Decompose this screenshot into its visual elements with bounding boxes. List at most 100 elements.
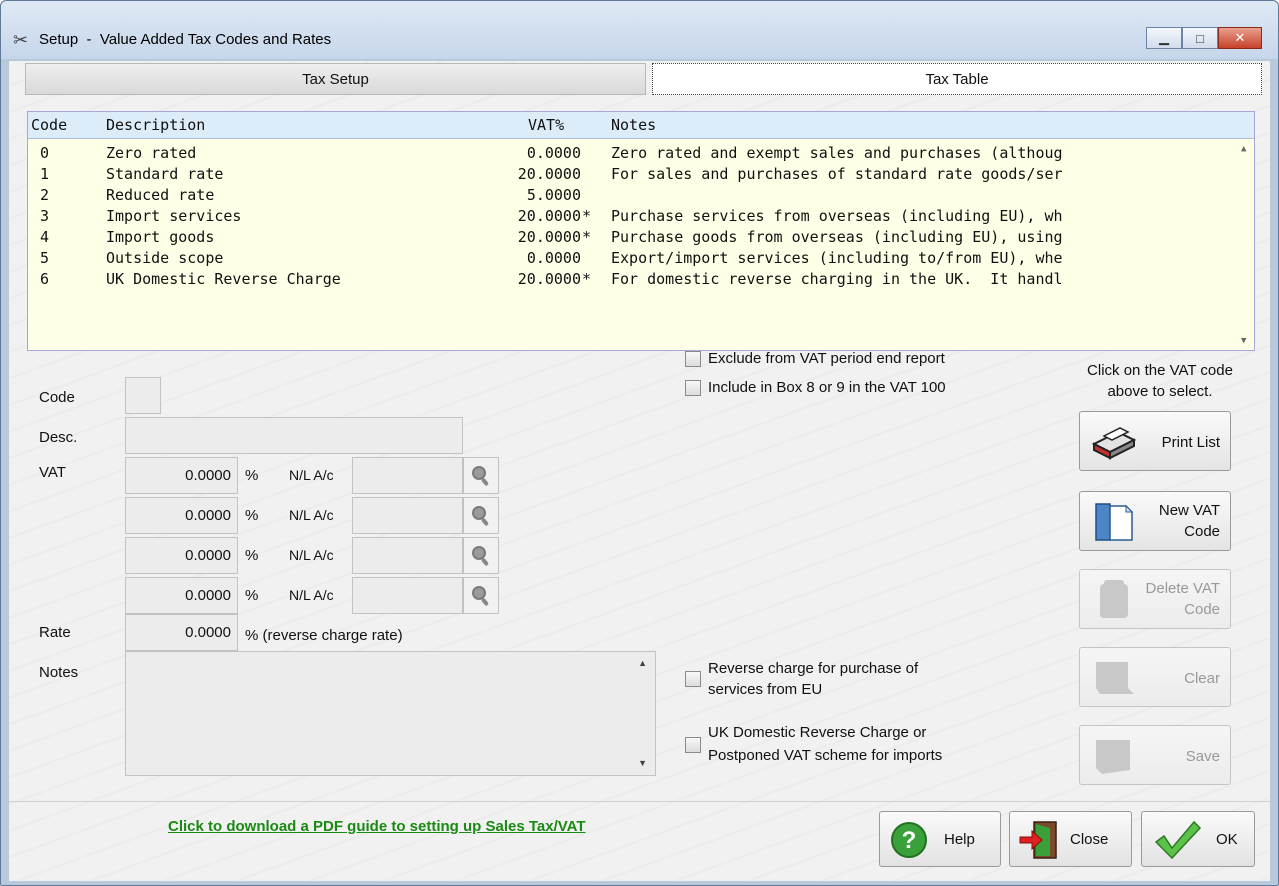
exclude-vat-period-label: Exclude from VAT period end report	[708, 350, 945, 367]
search-icon[interactable]	[463, 537, 499, 574]
reverse-charge-eu-checkbox[interactable]	[685, 671, 701, 687]
help-icon: ?	[891, 822, 927, 858]
uk-domestic-reverse-checkbox[interactable]	[685, 737, 701, 753]
row-vat: 0.0000	[526, 249, 581, 267]
table-row[interactable]: 3 Import services 20.0000 * Purchase ser…	[28, 207, 1238, 227]
row-description: Import goods	[106, 228, 215, 246]
footer-separator	[9, 801, 1270, 802]
reverse-charge-eu-label-line1: Reverse charge for purchase of	[708, 660, 919, 677]
save-button[interactable]: Save	[1079, 725, 1231, 785]
hint-line-1: Click on the VAT code	[1087, 362, 1233, 379]
notes-textarea[interactable]: ▲ ▼	[125, 651, 656, 776]
column-header-notes[interactable]: Notes	[611, 116, 656, 134]
help-label: Help	[944, 831, 975, 848]
search-icon[interactable]	[463, 497, 499, 534]
vat-codes-table[interactable]: Code Description VAT% Notes 0 Zero rated…	[27, 111, 1255, 351]
scroll-up-icon[interactable]: ▲	[638, 658, 647, 668]
close-window-button[interactable]: ✕	[1218, 27, 1262, 49]
percent-sign: %	[245, 507, 259, 524]
ok-button[interactable]: OK	[1141, 811, 1255, 867]
table-scrollbar[interactable]: ▲ ▼	[1238, 140, 1254, 350]
row-flag: *	[582, 207, 592, 225]
column-header-code[interactable]: Code	[31, 116, 67, 134]
search-icon[interactable]	[463, 457, 499, 494]
delete-vat-code-button[interactable]: Delete VAT Code	[1079, 569, 1231, 629]
row-code: 5	[40, 249, 50, 267]
row-code: 0	[40, 144, 50, 162]
pdf-guide-link[interactable]: Click to download a PDF guide to setting…	[168, 818, 586, 835]
maximize-button[interactable]: □	[1182, 27, 1218, 49]
table-row[interactable]: 1 Standard rate 20.0000 For sales and pu…	[28, 165, 1238, 185]
vat-rate-field-4[interactable]: 0.0000	[125, 577, 238, 614]
clear-button[interactable]: Clear	[1079, 647, 1231, 707]
save-icon	[1096, 740, 1130, 774]
exclude-vat-period-checkbox[interactable]	[685, 351, 701, 367]
code-label: Code	[39, 389, 75, 406]
nl-account-label: N/L A/c	[289, 507, 334, 523]
select-hint: Click on the VAT code above to select.	[1065, 360, 1255, 402]
row-vat: 0.0000	[526, 144, 581, 162]
row-notes: For sales and purchases of standard rate…	[611, 165, 1063, 183]
include-box-8-9-checkbox[interactable]	[685, 380, 701, 396]
eraser-icon	[1096, 662, 1134, 694]
nl-account-field-1[interactable]	[352, 457, 463, 494]
rate-label: Rate	[39, 624, 71, 641]
row-description: Zero rated	[106, 144, 197, 162]
reverse-charge-rate-label: % (reverse charge rate)	[245, 627, 403, 644]
code-field[interactable]	[125, 377, 161, 414]
include-box-8-9-label: Include in Box 8 or 9 in the VAT 100	[708, 379, 946, 396]
row-description: Standard rate	[106, 165, 224, 183]
nl-account-label: N/L A/c	[289, 467, 334, 483]
search-icon[interactable]	[463, 577, 499, 614]
row-description: Reduced rate	[106, 186, 215, 204]
uk-domestic-reverse-label-line2: Postponed VAT scheme for imports	[708, 747, 943, 764]
percent-sign: %	[245, 467, 259, 484]
new-vat-code-button[interactable]: New VAT Code	[1079, 491, 1231, 551]
column-header-description[interactable]: Description	[106, 116, 205, 134]
vat-rate-field-2[interactable]: 0.0000	[125, 497, 238, 534]
row-code: 4	[40, 228, 50, 246]
vat-label: VAT	[39, 464, 66, 481]
table-row[interactable]: 5 Outside scope 0.0000 Export/import ser…	[28, 249, 1238, 269]
table-row[interactable]: 0 Zero rated 0.0000 Zero rated and exemp…	[28, 144, 1238, 164]
notes-label: Notes	[39, 664, 79, 681]
column-header-vat[interactable]: VAT%	[528, 116, 564, 134]
tab-tax-setup[interactable]: Tax Setup	[25, 63, 646, 95]
delete-icon	[1100, 580, 1128, 618]
table-row[interactable]: 6 UK Domestic Reverse Charge 20.0000 * F…	[28, 270, 1238, 290]
reverse-charge-rate-field[interactable]: 0.0000	[125, 614, 238, 651]
scissors-icon: ✂	[13, 30, 29, 50]
table-row[interactable]: 4 Import goods 20.0000 * Purchase goods …	[28, 228, 1238, 248]
nl-account-field-4[interactable]	[352, 577, 463, 614]
print-list-button[interactable]: Print List	[1079, 411, 1231, 471]
scroll-down-icon[interactable]: ▼	[638, 758, 647, 768]
scroll-down-icon[interactable]: ▼	[1241, 336, 1246, 346]
row-notes: Purchase services from overseas (includi…	[611, 207, 1063, 225]
window-controls: ▁ □ ✕	[1146, 27, 1262, 49]
title-bar[interactable]: ✂ Setup - Value Added Tax Codes and Rate…	[1, 1, 1278, 59]
percent-sign: %	[245, 587, 259, 604]
vat-rate-field-3[interactable]: 0.0000	[125, 537, 238, 574]
row-code: 6	[40, 270, 50, 288]
row-notes: Export/import services (including to/fro…	[611, 249, 1063, 267]
help-button[interactable]: ? Help	[879, 811, 1001, 867]
vat-rate-field-1[interactable]: 0.0000	[125, 457, 238, 494]
close-button[interactable]: Close	[1009, 811, 1132, 867]
table-row[interactable]: 2 Reduced rate 5.0000	[28, 186, 1238, 206]
row-description: Outside scope	[106, 249, 224, 267]
nl-account-label: N/L A/c	[289, 547, 334, 563]
tab-tax-table[interactable]: Tax Table	[652, 63, 1262, 95]
percent-sign: %	[245, 547, 259, 564]
checkmark-icon	[1154, 820, 1202, 860]
nl-account-field-2[interactable]	[352, 497, 463, 534]
row-code: 2	[40, 186, 50, 204]
nl-account-field-3[interactable]	[352, 537, 463, 574]
row-code: 1	[40, 165, 50, 183]
nl-account-label: N/L A/c	[289, 587, 334, 603]
minimize-button[interactable]: ▁	[1146, 27, 1182, 49]
row-description: Import services	[106, 207, 242, 225]
save-label: Save	[1185, 748, 1220, 765]
scroll-up-icon[interactable]: ▲	[1241, 144, 1246, 154]
svg-text:?: ?	[902, 827, 917, 854]
description-field[interactable]	[125, 417, 463, 454]
